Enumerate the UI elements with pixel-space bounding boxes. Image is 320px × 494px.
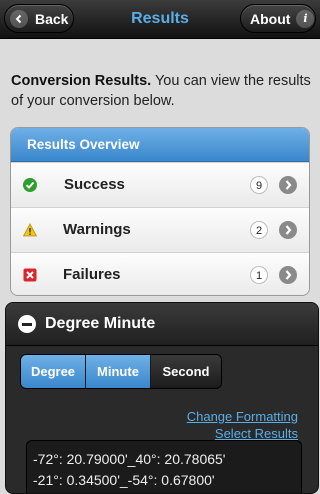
results-row-label: Success bbox=[64, 176, 125, 193]
count-badge: 1 bbox=[250, 266, 268, 284]
results-row-warnings[interactable]: Warnings 2 bbox=[11, 207, 309, 252]
count-badge: 2 bbox=[250, 221, 268, 239]
chevron-right-icon bbox=[279, 221, 297, 239]
results-overview-header: Results Overview bbox=[11, 128, 309, 162]
about-label: About bbox=[250, 10, 291, 27]
results-row-label: Warnings bbox=[63, 221, 131, 238]
collapsible-header[interactable]: Degree Minute bbox=[6, 303, 318, 346]
collapsible-title: Degree Minute bbox=[45, 315, 156, 332]
output-line: -72°: 20.79000'_40°: 20.78065' bbox=[33, 451, 226, 467]
change-formatting-link[interactable]: Change Formatting bbox=[187, 409, 298, 424]
degree-minute-collapsible: Degree Minute Degree Minute Second Chang… bbox=[5, 302, 319, 494]
results-output-textarea[interactable]: -72°: 20.79000'_40°: 20.78065' -21°: 0.34… bbox=[26, 440, 302, 493]
chevron-right-icon bbox=[279, 176, 297, 194]
back-label: Back bbox=[35, 10, 69, 27]
error-icon bbox=[23, 268, 37, 282]
chevron-right-icon bbox=[279, 266, 297, 284]
count-badge: 9 bbox=[250, 176, 268, 194]
output-line: -21°: 0.34500'_-54°: 0.67800' bbox=[33, 472, 215, 488]
format-segmented-control: Degree Minute Second bbox=[20, 354, 222, 389]
results-row-label: Failures bbox=[63, 266, 121, 283]
header-bar: Back Results About i bbox=[0, 0, 320, 39]
about-button[interactable]: About i bbox=[240, 4, 316, 33]
intro-text: Conversion Results. You can view the res… bbox=[11, 71, 311, 111]
minus-icon bbox=[18, 315, 36, 333]
back-button[interactable]: Back bbox=[4, 4, 74, 33]
results-row-failures[interactable]: Failures 1 bbox=[11, 252, 309, 295]
warning-icon bbox=[22, 223, 38, 237]
select-results-link[interactable]: Select Results bbox=[215, 426, 298, 441]
intro-bold: Conversion Results. bbox=[11, 73, 152, 89]
tab-minute[interactable]: Minute bbox=[86, 355, 151, 388]
chevron-left-icon bbox=[10, 9, 28, 28]
check-icon bbox=[23, 178, 37, 192]
tab-degree[interactable]: Degree bbox=[21, 355, 86, 388]
info-icon: i bbox=[296, 9, 315, 28]
tab-second[interactable]: Second bbox=[151, 355, 221, 388]
results-overview-list: Results Overview Success 9 Warnings 2 Fa… bbox=[10, 127, 310, 296]
results-row-success[interactable]: Success 9 bbox=[11, 162, 309, 207]
